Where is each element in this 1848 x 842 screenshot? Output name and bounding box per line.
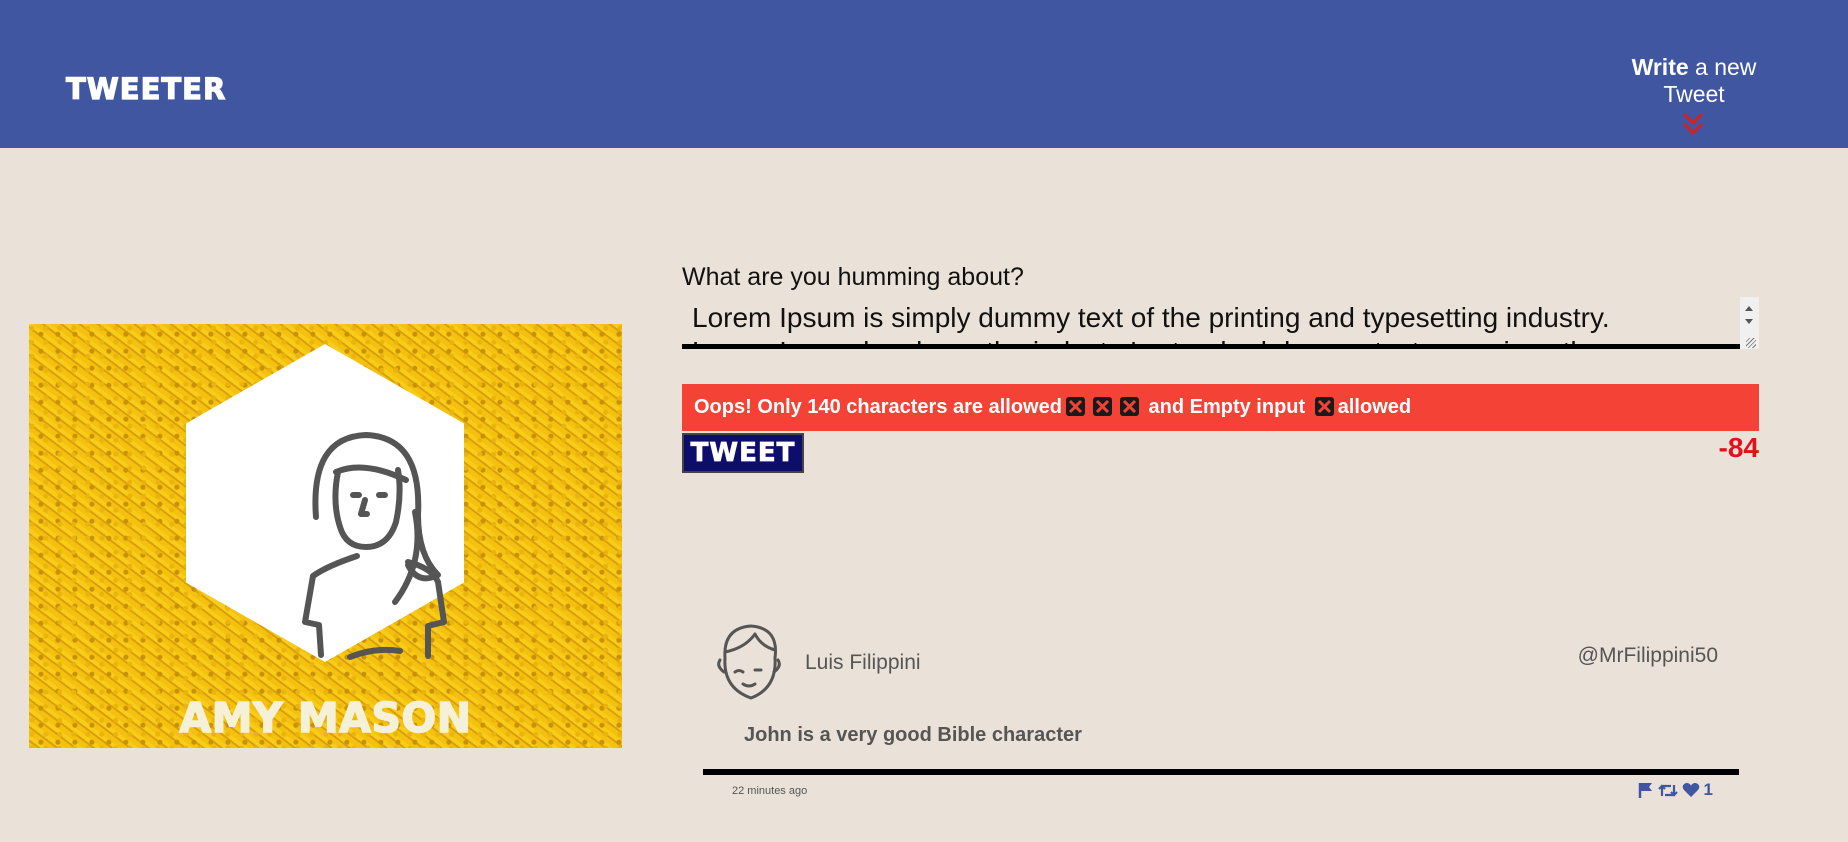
heart-icon[interactable] — [1682, 782, 1700, 798]
error-text-part2: and Empty input — [1142, 396, 1311, 418]
tweet-timestamp: 22 minutes ago — [732, 785, 808, 797]
like-count: 1 — [1703, 780, 1713, 799]
resize-handle-icon[interactable] — [1746, 338, 1756, 348]
app-logo[interactable]: TWEETER — [65, 71, 226, 106]
tweet-author-handle[interactable]: @MrFilippini50 — [1578, 644, 1718, 668]
top-nav: TWEETER Write a new Tweet — [0, 0, 1848, 148]
tweet-card: Luis Filippini @MrFilippini50 John is a … — [703, 618, 1739, 808]
cross-mark-icon — [1314, 396, 1335, 417]
tweet-author-name[interactable]: Luis Filippini — [805, 651, 921, 675]
scroll-down-arrow-icon[interactable] — [1745, 319, 1753, 324]
character-counter: -84 — [1718, 432, 1759, 463]
profile-card: AMY MASON — [29, 324, 622, 748]
double-chevron-down-icon[interactable] — [1681, 110, 1705, 138]
woman-avatar-icon — [302, 432, 447, 660]
compose-bold-label: Write — [1631, 54, 1689, 80]
cross-mark-icon — [1092, 396, 1113, 417]
error-text-part3: allowed — [1337, 396, 1412, 418]
cross-mark-icon — [1065, 396, 1086, 417]
profile-name: AMY MASON — [179, 693, 472, 743]
scroll-up-arrow-icon[interactable] — [1745, 306, 1753, 311]
tweet-textarea[interactable]: Lorem Ipsum is simply dummy text of the … — [682, 297, 1759, 349]
error-text-part1: Oops! Only 140 characters are allowed — [694, 396, 1062, 418]
flag-icon[interactable] — [1638, 782, 1654, 799]
compose-prompt: What are you humming about? — [682, 263, 1024, 291]
cross-mark-icon — [1119, 396, 1140, 417]
tweet-divider — [703, 769, 1739, 775]
tweet-actions: 1 — [1638, 780, 1713, 799]
man-avatar-icon — [717, 624, 781, 700]
error-message: Oops! Only 140 characters are allowed an… — [682, 384, 1759, 431]
retweet-icon[interactable] — [1657, 782, 1678, 799]
write-new-tweet-link[interactable]: Write a new Tweet — [1598, 54, 1790, 108]
tweet-button[interactable]: TWEET — [682, 433, 804, 473]
tweet-text: John is a very good Bible character — [744, 724, 1082, 746]
